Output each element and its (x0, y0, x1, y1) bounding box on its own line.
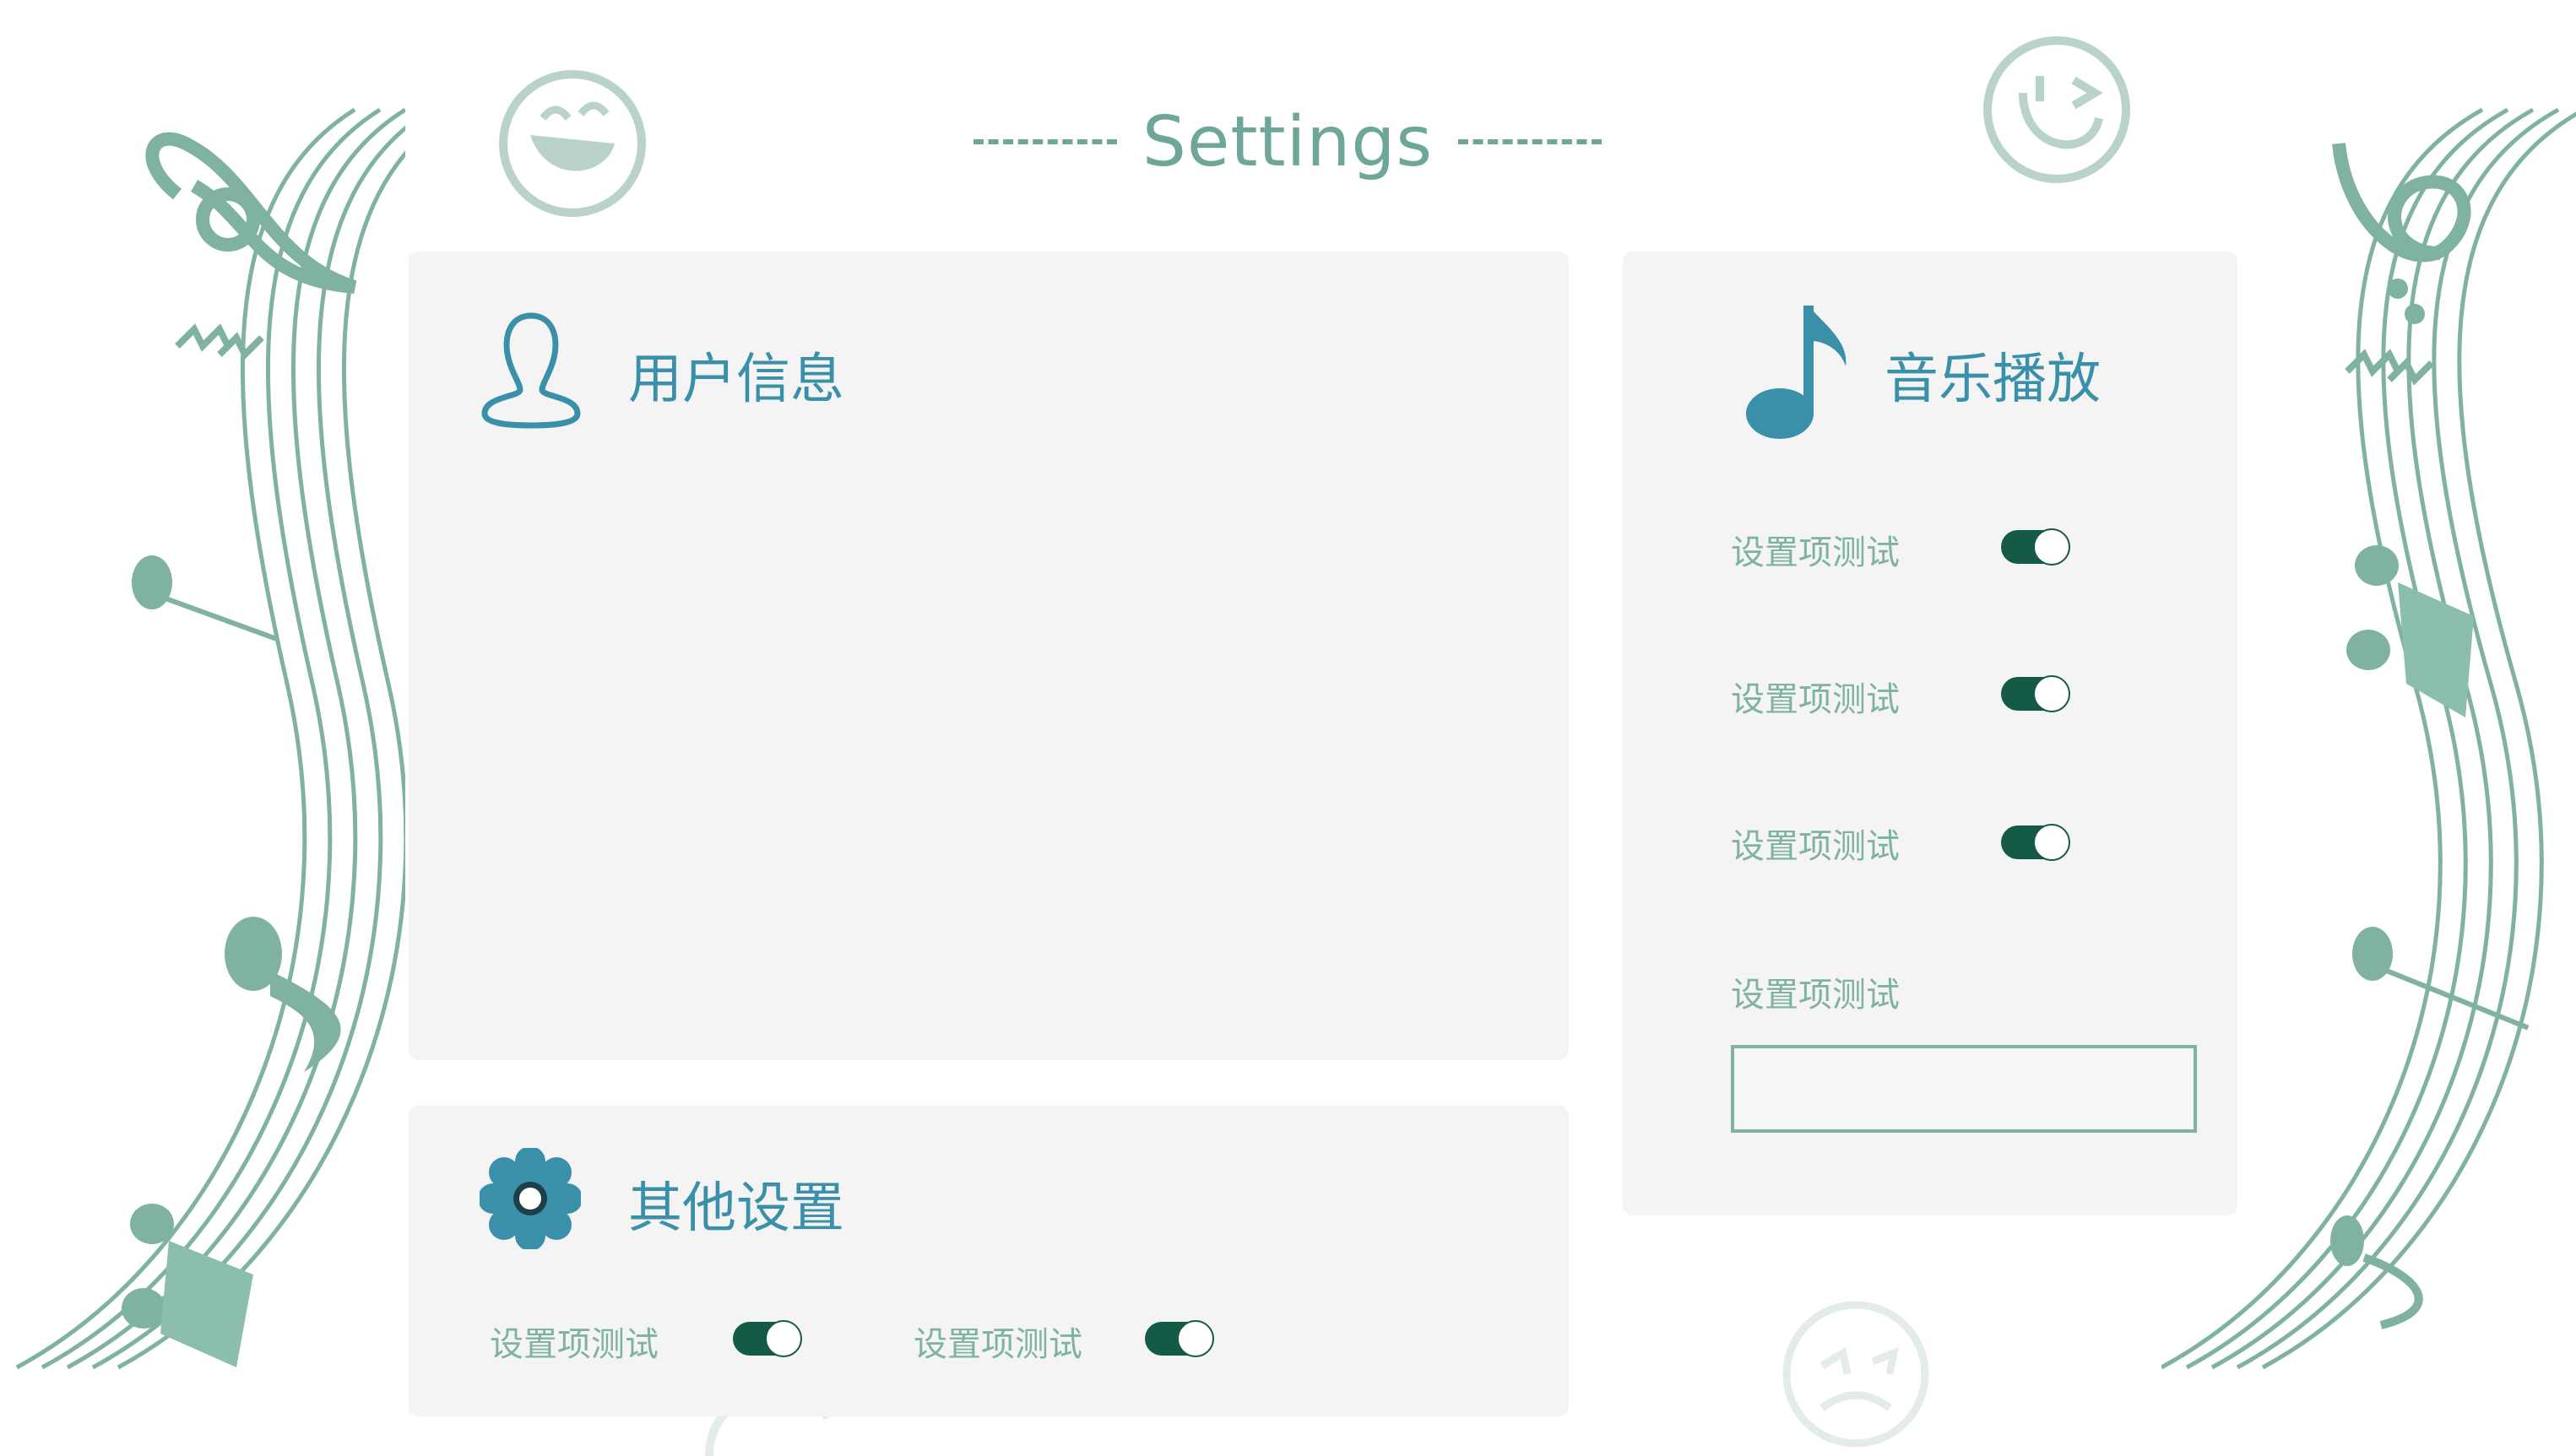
page-title-text: Settings (1142, 101, 1434, 182)
other-setting-toggle-1[interactable] (733, 1320, 802, 1357)
other-settings-title: 其他设置 (628, 1177, 844, 1240)
toggle-knob (2033, 824, 2070, 861)
toggle-knob (2033, 528, 2070, 566)
music-staff-left-decoration (15, 107, 405, 1370)
music-setting-toggle-3[interactable] (2001, 824, 2070, 861)
music-setting-label-1: 设置项测试 (1731, 533, 1900, 572)
title-dash-left (973, 139, 1117, 144)
user-info-title: 用户信息 (628, 349, 844, 411)
winking-emoji-icon (1983, 36, 2130, 183)
user-icon (481, 312, 581, 429)
music-setting-label-3: 设置项测试 (1731, 827, 1900, 866)
gear-icon (480, 1148, 581, 1249)
other-setting-toggle-2[interactable] (1145, 1320, 1214, 1357)
music-setting-toggle-2[interactable] (2001, 675, 2070, 712)
angry-emoji-icon (1782, 1301, 1929, 1448)
toggle-knob (2033, 675, 2070, 712)
music-setting-toggle-1[interactable] (2001, 528, 2070, 566)
laughing-emoji-icon (499, 70, 646, 217)
music-note-icon (1746, 306, 1847, 439)
page-title: Settings (929, 91, 1646, 192)
other-setting-label-1: 设置项测试 (490, 1325, 659, 1364)
toggle-knob (1177, 1320, 1214, 1357)
music-setting-label-2: 设置项测试 (1731, 680, 1900, 719)
title-dash-right (1458, 139, 1603, 144)
music-setting-label-4: 设置项测试 (1731, 976, 1900, 1015)
other-setting-label-2: 设置项测试 (914, 1325, 1082, 1364)
music-setting-text-input[interactable] (1731, 1045, 2197, 1133)
music-playback-title: 音乐播放 (1885, 349, 2101, 411)
other-settings-panel: 其他设置 设置项测试 设置项测试 (409, 1106, 1569, 1416)
toggle-knob (765, 1320, 802, 1357)
user-info-panel: 用户信息 (409, 252, 1569, 1060)
